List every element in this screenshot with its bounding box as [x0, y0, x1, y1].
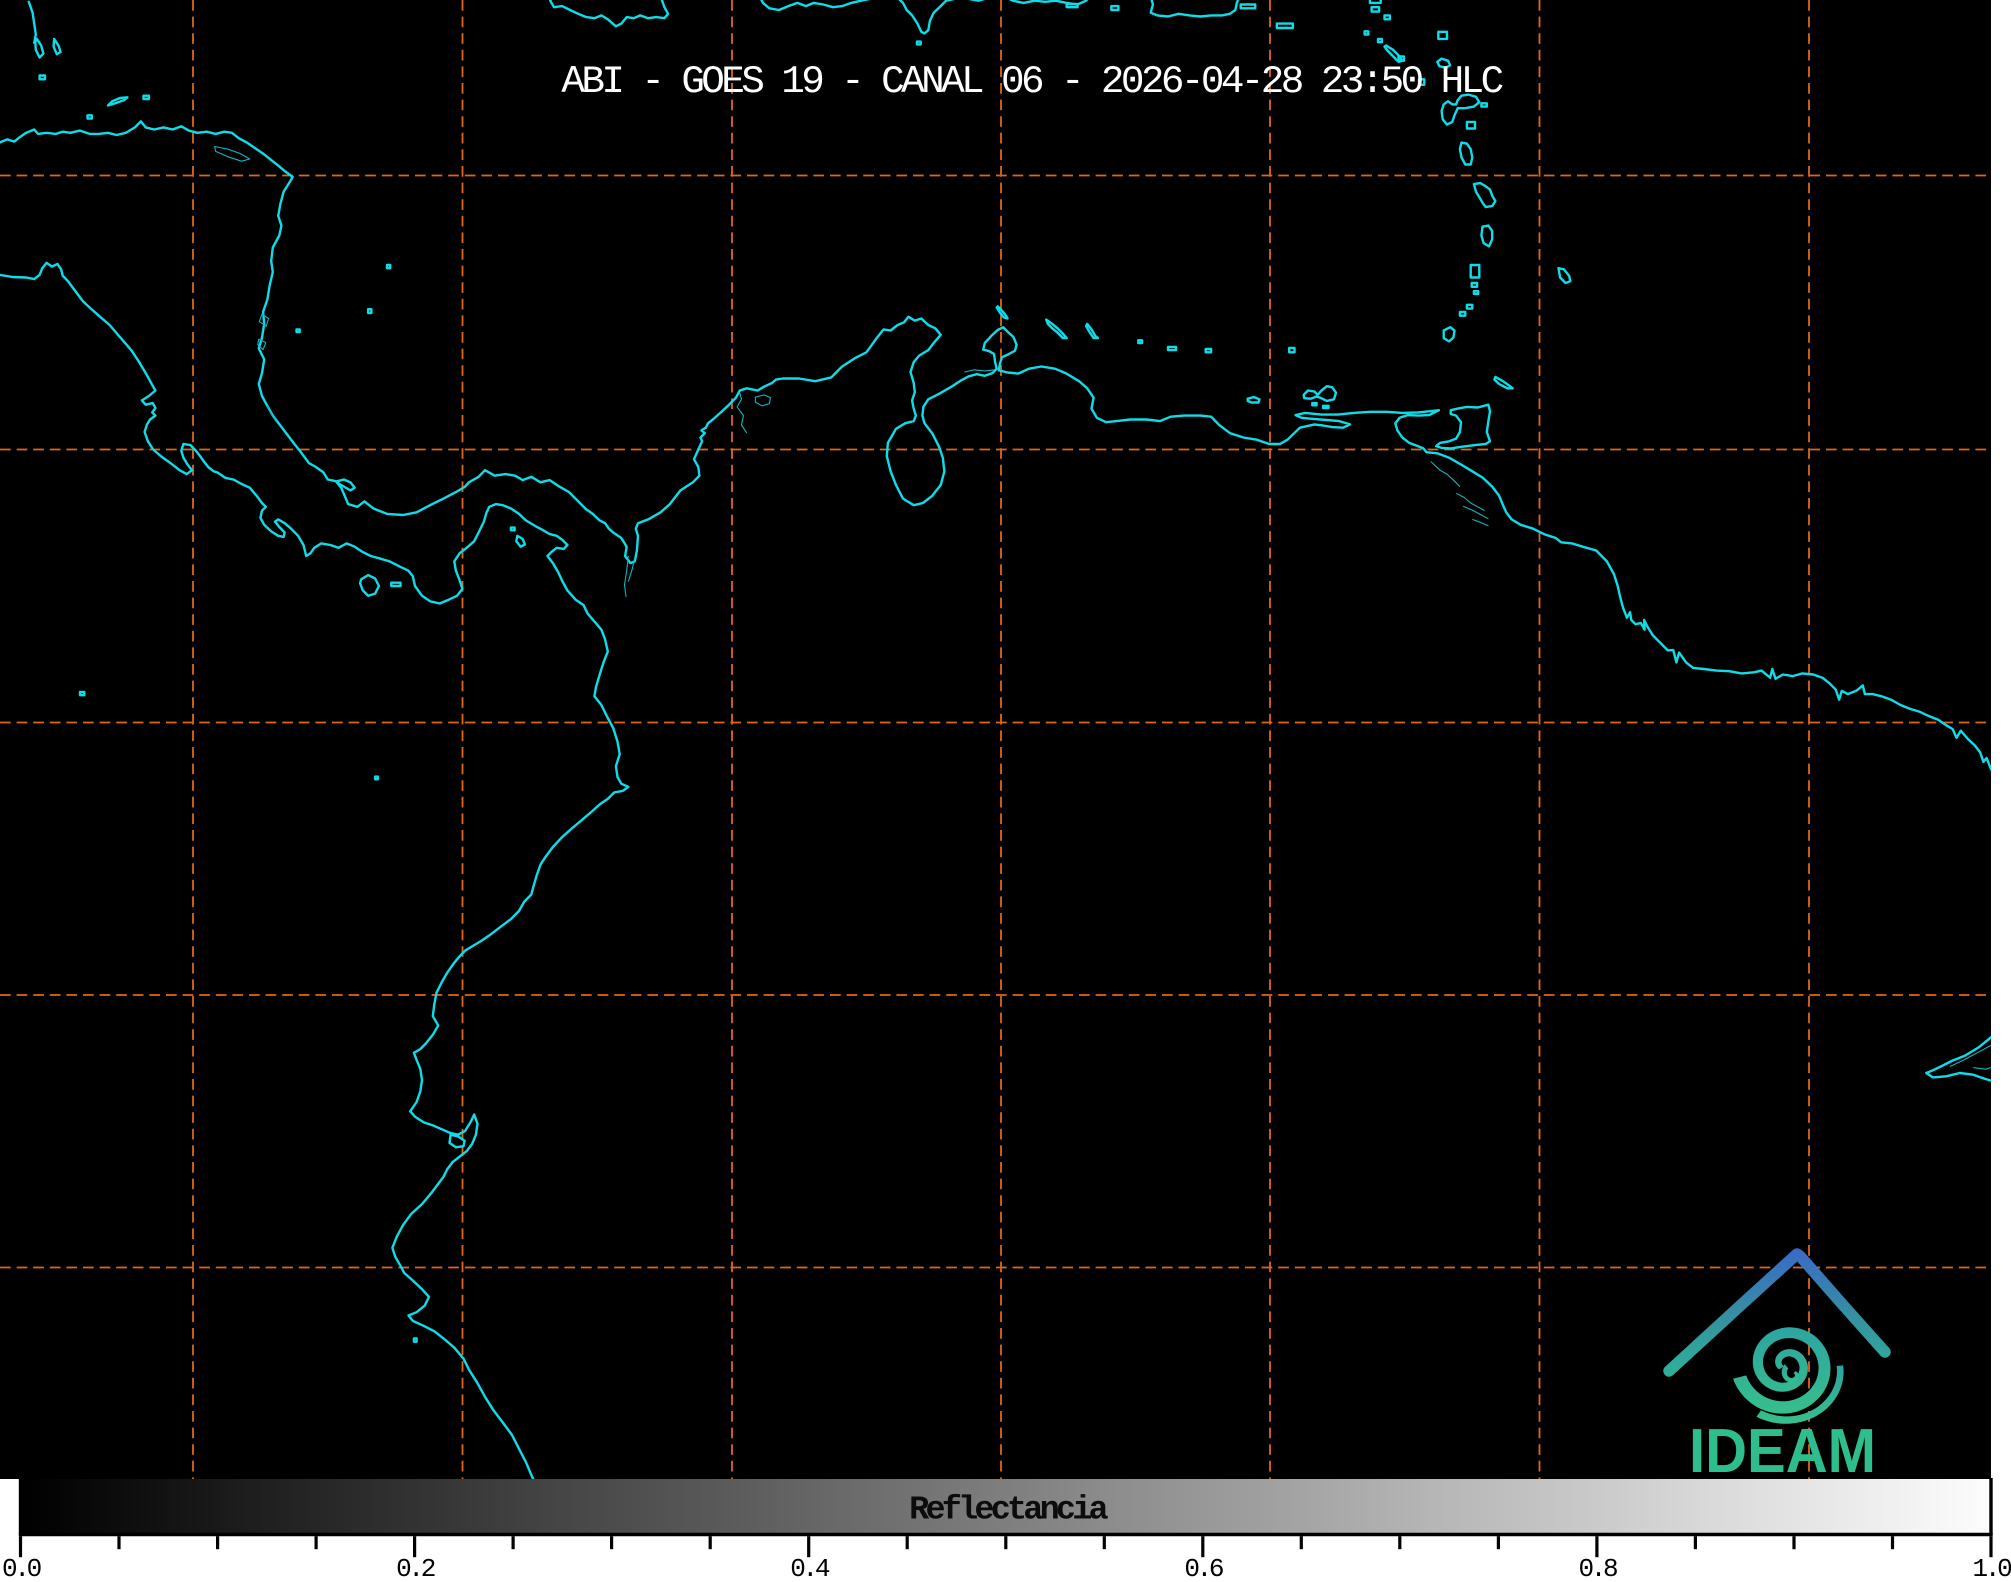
svg-text:ABI - GOES 19 - CANAL 06 - 202: ABI - GOES 19 - CANAL 06 - 2026-04-28 23… — [561, 59, 1502, 104]
svg-text:0.8: 0.8 — [1578, 1554, 1617, 1577]
svg-text:1.0: 1.0 — [1973, 1554, 2011, 1577]
svg-text:Reflectancia: Reflectancia — [909, 1492, 1108, 1530]
svg-text:0.6: 0.6 — [1184, 1554, 1223, 1577]
svg-text:0.2: 0.2 — [396, 1554, 435, 1577]
svg-text:0.0: 0.0 — [2, 1554, 41, 1577]
svg-text:IDEAM: IDEAM — [1689, 1417, 1876, 1486]
svg-text:0.4: 0.4 — [790, 1554, 830, 1577]
